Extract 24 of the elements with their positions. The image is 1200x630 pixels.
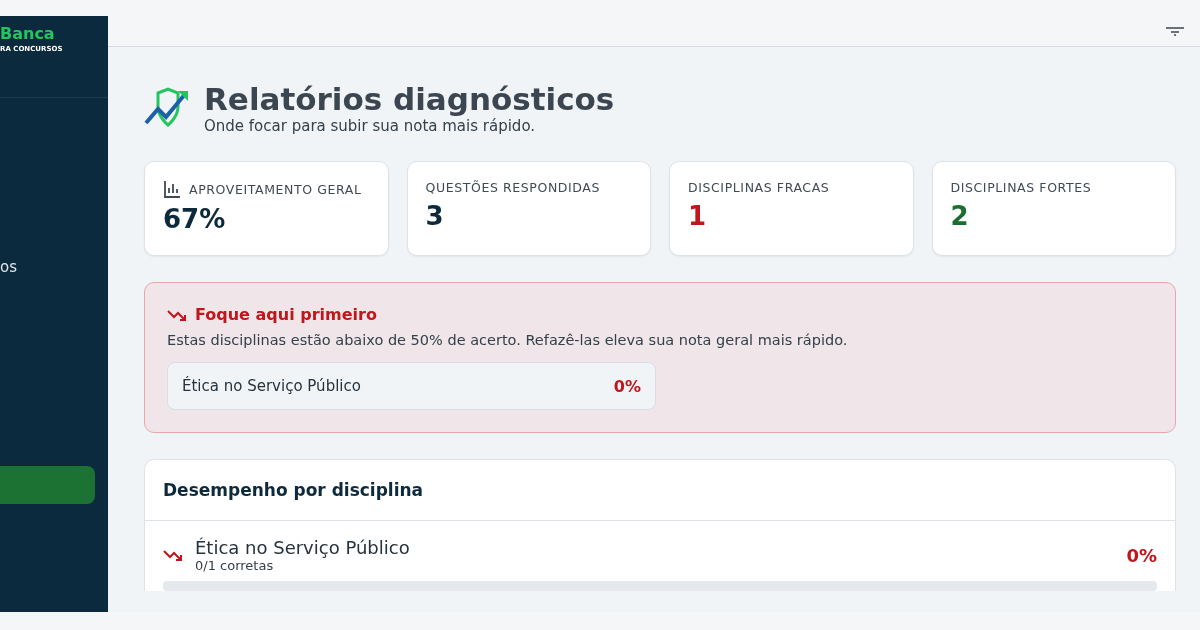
- focus-title: Foque aqui primeiro: [195, 305, 377, 324]
- stat-value: 67%: [163, 204, 227, 234]
- discipline-score: 0%: [613, 376, 641, 396]
- stat-value: 1: [688, 201, 708, 231]
- stat-label: QUESTÕES RESPONDIDAS: [425, 180, 601, 195]
- stat-label: APROVEITAMENTO GERAL: [189, 181, 362, 197]
- trending-down-icon: [163, 548, 183, 562]
- stat-value: 3: [425, 201, 445, 231]
- stat-value: 2: [950, 201, 970, 231]
- discipline-score: 0%: [1126, 544, 1157, 566]
- page-title: Relatórios diagnósticos: [204, 81, 615, 117]
- stat-label: DISCIPLINAS FORTES: [950, 180, 1092, 195]
- sidebar-item[interactable]: os: [0, 248, 95, 286]
- stat-label: DISCIPLINAS FRACAS: [688, 180, 830, 195]
- page-subtitle: Onde focar para subir sua nota mais rápido.: [204, 117, 536, 135]
- filter-icon[interactable]: [1166, 26, 1184, 36]
- logo: Banca: [0, 24, 56, 43]
- discipline-name: Ética no Serviço Público: [182, 377, 361, 395]
- discipline-name: Ética no Serviço Público: [195, 537, 411, 558]
- focus-text: Estas disciplinas estão abaixo de 50% de acerto. Refazê-las eleva sua nota geral mais rápido.: [167, 332, 849, 348]
- section-title: Desempenho por disciplina: [163, 480, 424, 500]
- bar-chart-icon: [163, 180, 181, 198]
- discipline-detail: 0/1 corretas: [195, 558, 275, 573]
- trending-down-icon: [167, 307, 187, 322]
